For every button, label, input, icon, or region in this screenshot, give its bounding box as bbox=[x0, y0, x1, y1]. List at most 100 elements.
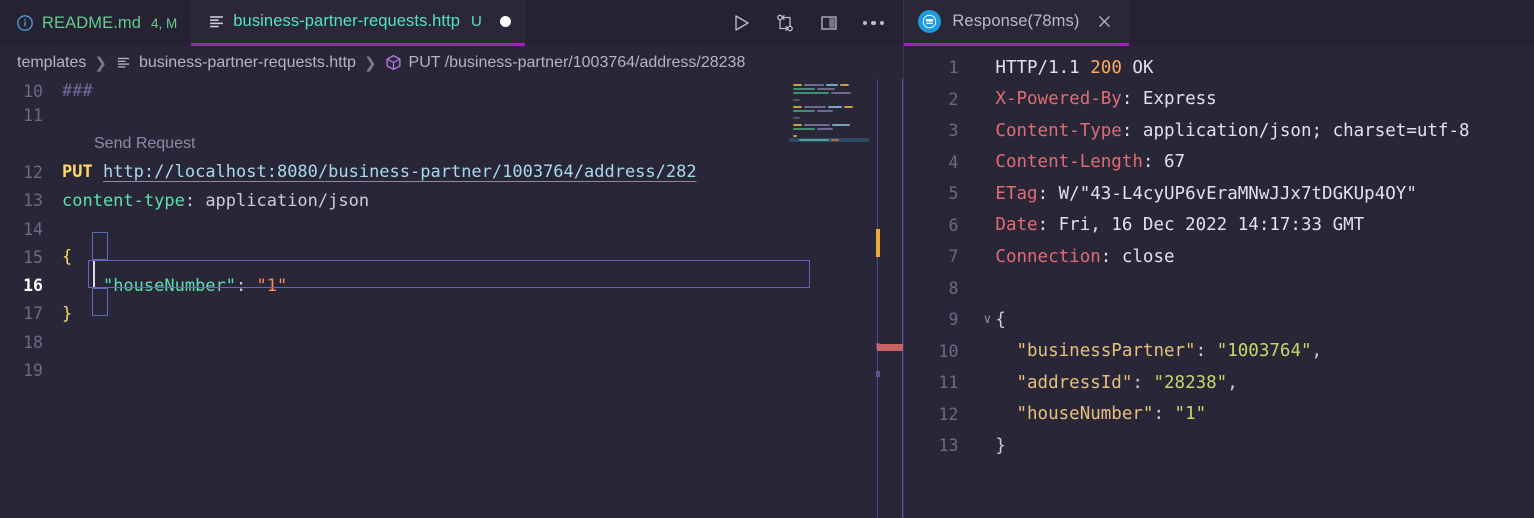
tab-label: business-partner-requests.http bbox=[233, 12, 461, 30]
line-number: 18 bbox=[23, 332, 43, 352]
json-value: "1" bbox=[256, 275, 288, 296]
overview-marker-error bbox=[877, 344, 904, 351]
json-key: "businessPartner" bbox=[1016, 341, 1196, 362]
json-comma: , bbox=[1311, 341, 1323, 362]
line-number: 6 bbox=[948, 215, 959, 235]
response-panel: Response(78ms) 1 HTTP/1.1 200 OK 2 X-Pow… bbox=[903, 0, 1534, 518]
overview-marker-selection bbox=[876, 371, 881, 377]
line-number: 10 bbox=[938, 341, 959, 361]
code-line: 15 { bbox=[0, 243, 903, 271]
response-line: 7 Connection: close bbox=[904, 241, 1534, 273]
info-circle-icon bbox=[16, 14, 34, 32]
json-comma: , bbox=[1227, 372, 1238, 393]
json-value: "1" bbox=[1174, 404, 1207, 425]
status-text: OK bbox=[1132, 57, 1154, 78]
vscode-window: README.md 4, M business-partner-requests… bbox=[0, 0, 1534, 518]
code-line: 14 bbox=[0, 215, 903, 243]
tab-business-partner-requests-http[interactable]: business-partner-requests.http U bbox=[191, 0, 525, 46]
request-url[interactable]: http://localhost:8080/business-partner/1… bbox=[103, 162, 697, 182]
breadcrumb-label: business-partner-requests.http bbox=[138, 53, 356, 71]
code-line: 18 bbox=[0, 328, 903, 356]
line-number: 12 bbox=[938, 404, 959, 424]
git-status-badge: 4, M bbox=[151, 15, 178, 31]
line-number: 16 bbox=[23, 276, 43, 296]
line-number: 11 bbox=[938, 373, 959, 393]
symbol-cube-icon bbox=[385, 54, 403, 72]
tab-response[interactable]: Response(78ms) bbox=[904, 0, 1130, 46]
json-key: "houseNumber" bbox=[102, 275, 237, 296]
editor-group: README.md 4, M business-partner-requests… bbox=[0, 0, 904, 518]
line-number: 3 bbox=[948, 121, 959, 141]
unsaved-indicator-icon[interactable] bbox=[499, 16, 511, 27]
response-line: 12 "houseNumber": "1" bbox=[904, 399, 1534, 431]
header-name: content-type bbox=[62, 190, 185, 211]
breadcrumb-item-templates[interactable]: templates bbox=[17, 54, 86, 72]
json-value: "1003764" bbox=[1216, 341, 1312, 362]
http-file-icon bbox=[207, 13, 225, 31]
editor-tab-bar: README.md 4, M business-partner-requests… bbox=[0, 0, 904, 46]
line-number: 10 bbox=[23, 82, 43, 101]
status-code: 200 bbox=[1090, 57, 1122, 78]
tab-readme-md[interactable]: README.md 4, M bbox=[0, 0, 192, 46]
code-editor[interactable]: 10 ### 11 Send Request 12 PUT http://loc… bbox=[0, 79, 904, 518]
split-editor-icon[interactable] bbox=[817, 11, 841, 35]
git-compare-icon[interactable] bbox=[773, 11, 797, 35]
response-line: 2 X-Powered-By: Express bbox=[904, 84, 1534, 116]
response-body[interactable]: 1 HTTP/1.1 200 OK 2 X-Powered-By: Expres… bbox=[904, 46, 1534, 462]
response-line: 5 ETag: W/"43-L4cyUP6vEraMNwJJx7tDGKUp4O… bbox=[904, 178, 1534, 210]
line-number: 17 bbox=[23, 304, 43, 324]
response-line: 13 } bbox=[904, 430, 1534, 462]
ellipsis-icon[interactable] bbox=[861, 11, 885, 35]
header-name: ETag bbox=[995, 183, 1038, 204]
line-number: 5 bbox=[948, 184, 959, 204]
response-tab-bar: Response(78ms) bbox=[904, 0, 1534, 46]
tab-label: Response(78ms) bbox=[952, 12, 1080, 30]
code-line: 11 bbox=[0, 101, 903, 129]
header-value: W/"43-L4cyUP6vEraMNwJJx7tDGKUp4OY" bbox=[1058, 183, 1417, 204]
line-number: 19 bbox=[23, 361, 43, 381]
header-value: Express bbox=[1142, 89, 1217, 110]
breadcrumb-item-symbol[interactable]: PUT /business-partner/1003764/address/28… bbox=[385, 53, 746, 72]
line-number: 1 bbox=[948, 58, 959, 78]
response-line: 10 "businessPartner": "1003764", bbox=[904, 336, 1534, 368]
json-key: "houseNumber" bbox=[1016, 404, 1154, 425]
header-name: Connection bbox=[995, 246, 1101, 267]
code-text: } bbox=[62, 303, 73, 324]
line-number: 8 bbox=[948, 278, 959, 298]
code-line-current: 16 "houseNumber": "1" bbox=[0, 271, 903, 299]
codelens-label: Send Request bbox=[94, 134, 196, 152]
line-number: 11 bbox=[23, 105, 43, 125]
response-line: 11 "addressId": "28238", bbox=[904, 367, 1534, 399]
fold-chevron-icon[interactable]: ∨ bbox=[979, 312, 995, 327]
rest-client-icon bbox=[918, 10, 942, 33]
http-file-icon bbox=[115, 54, 133, 72]
response-line: 4 Content-Length: 67 bbox=[904, 147, 1534, 179]
response-line: 6 Date: Fri, 16 Dec 2022 14:17:33 GMT bbox=[904, 210, 1534, 242]
line-number: 9 bbox=[948, 310, 959, 330]
http-method: PUT bbox=[62, 162, 93, 183]
code-line: 13 content-type: application/json bbox=[0, 187, 903, 215]
header-name: Content-Type bbox=[995, 120, 1122, 141]
send-request-codelens[interactable]: Send Request bbox=[0, 129, 903, 158]
git-status-badge: U bbox=[471, 13, 482, 30]
header-name: Content-Length bbox=[995, 152, 1143, 173]
line-number: 12 bbox=[23, 162, 43, 182]
json-brace: } bbox=[995, 435, 1006, 456]
overview-marker-modified bbox=[876, 229, 881, 257]
response-line: 8 bbox=[904, 273, 1534, 305]
header-value: close bbox=[1121, 246, 1175, 267]
line-number: 7 bbox=[948, 247, 959, 267]
play-icon[interactable] bbox=[729, 11, 753, 35]
response-line: 3 Content-Type: application/json; charse… bbox=[904, 115, 1534, 147]
json-value: "28238" bbox=[1153, 372, 1228, 393]
line-number: 14 bbox=[23, 219, 43, 239]
close-icon[interactable] bbox=[1094, 12, 1114, 32]
line-number: 13 bbox=[938, 436, 959, 456]
breadcrumb-item-file[interactable]: business-partner-requests.http bbox=[115, 54, 356, 72]
header-value: 67 bbox=[1164, 152, 1186, 173]
editor-scrollbar-track[interactable] bbox=[877, 79, 879, 518]
minimap[interactable] bbox=[789, 79, 870, 518]
header-value: Fri, 16 Dec 2022 14:17:33 GMT bbox=[1058, 215, 1365, 236]
breadcrumb: templates ❯ business-partner-requests.ht… bbox=[0, 46, 904, 79]
breadcrumb-label: PUT /business-partner/1003764/address/28… bbox=[408, 53, 746, 71]
